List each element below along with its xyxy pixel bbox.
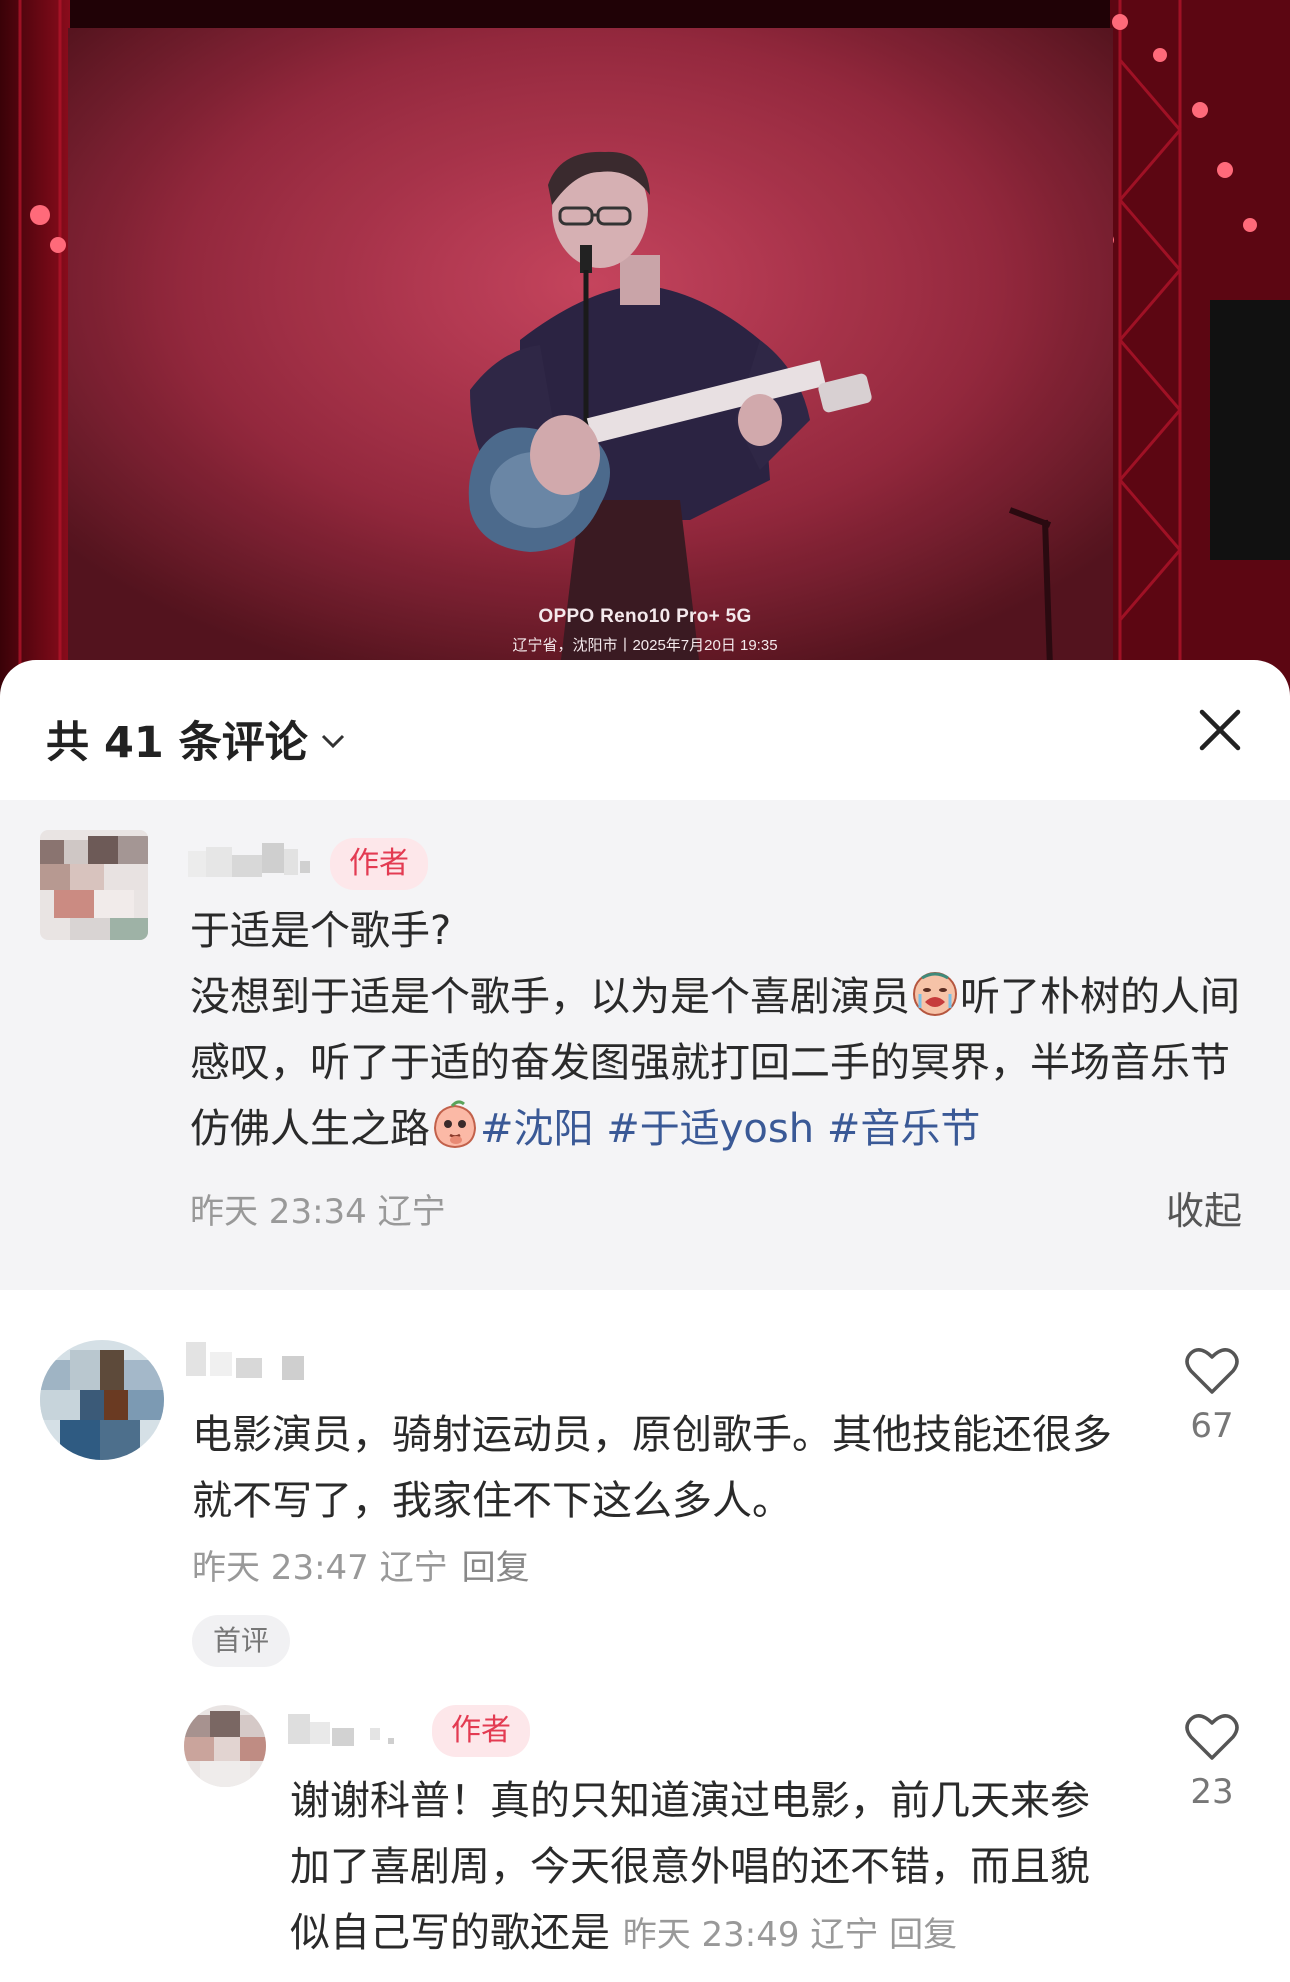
username-blurred[interactable] bbox=[186, 1338, 316, 1382]
peach-emoji-icon bbox=[433, 1100, 477, 1149]
like-button[interactable]: 67 bbox=[1172, 1346, 1252, 1446]
like-count: 23 bbox=[1190, 1772, 1234, 1812]
comment-time-location: 昨天 23:47 辽宁 bbox=[192, 1548, 448, 1588]
username-blurred[interactable] bbox=[288, 1708, 418, 1752]
comment-count-dropdown[interactable]: 共 41 条评论 bbox=[46, 708, 346, 770]
heart-icon bbox=[1185, 1348, 1239, 1394]
reply-button[interactable]: 回复 bbox=[462, 1548, 530, 1588]
comments-sheet: 共 41 条评论 作者 于适是个歌手? 没想到于适是个歌手，以为是个喜剧演员 听… bbox=[0, 660, 1290, 1982]
avatar[interactable] bbox=[184, 1705, 266, 1787]
comment-body: 于适是个歌手? 没想到于适是个歌手，以为是个喜剧演员 听了朴树的人间感叹，听了于… bbox=[190, 898, 1250, 1162]
reply-time-location: 昨天 23:49 辽宁 bbox=[622, 1915, 879, 1955]
avatar[interactable] bbox=[40, 1340, 164, 1460]
reply-meta: 昨天 23:49 辽宁 回复 bbox=[623, 1915, 957, 1955]
pinned-author-comment[interactable]: 作者 于适是个歌手? 没想到于适是个歌手，以为是个喜剧演员 听了朴树的人间感叹，… bbox=[0, 800, 1290, 1290]
heart-icon bbox=[1185, 1714, 1239, 1760]
like-button[interactable]: 23 bbox=[1172, 1712, 1252, 1812]
crying-emoji-icon bbox=[913, 972, 957, 1016]
username-blurred[interactable] bbox=[188, 843, 316, 883]
comment-meta: 昨天 23:47 辽宁 回复 bbox=[192, 1540, 530, 1589]
stage-image bbox=[0, 0, 1290, 700]
comment-text-part-1: 没想到于适是个歌手，以为是个喜剧演员 bbox=[190, 974, 910, 1020]
comment-title-line: 于适是个歌手? bbox=[190, 908, 452, 954]
camera-watermark-brand: OPPO Reno10 Pro+ 5G bbox=[538, 606, 752, 627]
comment-meta: 昨天 23:34 辽宁 bbox=[190, 1192, 446, 1232]
collapse-button[interactable]: 收起 bbox=[1166, 1180, 1242, 1235]
comment-text: 电影演员，骑射运动员，原创歌手。其他技能还很多就不写了，我家住不下这么多人。 bbox=[192, 1412, 1112, 1524]
close-icon[interactable] bbox=[1196, 706, 1244, 754]
like-count: 67 bbox=[1190, 1406, 1234, 1446]
comment-count-title: 共 41 条评论 bbox=[46, 718, 308, 768]
avatar[interactable] bbox=[40, 830, 148, 940]
chevron-down-icon bbox=[321, 734, 344, 749]
hashtag-music-festival[interactable]: #音乐节 bbox=[827, 1106, 981, 1152]
reply-button[interactable]: 回复 bbox=[889, 1915, 957, 1955]
author-badge: 作者 bbox=[432, 1705, 530, 1757]
hashtag-shenyang[interactable]: #沈阳 bbox=[480, 1106, 594, 1152]
author-badge: 作者 bbox=[330, 838, 428, 890]
comments-header: 共 41 条评论 bbox=[0, 660, 1290, 800]
concert-photo: OPPO Reno10 Pro+ 5G 辽宁省，沈阳市丨2025年7月20日 1… bbox=[0, 0, 1290, 700]
reply-text: 谢谢科普！真的只知道演过电影，前几天来参加了喜剧周，今天很意外唱的还不错，而且貌… bbox=[290, 1768, 1120, 1968]
hashtag-yushi[interactable]: #于适yosh bbox=[606, 1106, 814, 1152]
first-comment-badge: 首评 bbox=[192, 1615, 290, 1667]
camera-watermark-info: 辽宁省，沈阳市丨2025年7月20日 19:35 bbox=[512, 637, 778, 654]
